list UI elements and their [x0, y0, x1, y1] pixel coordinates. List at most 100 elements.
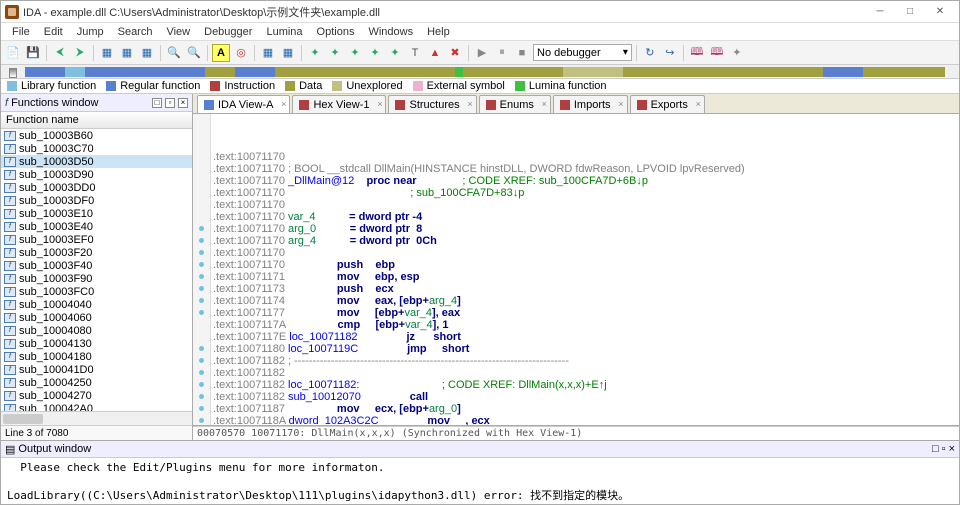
tool-icon[interactable]: ▦ [118, 44, 136, 62]
tab-close-icon[interactable]: × [696, 99, 701, 109]
function-row[interactable]: sub_10003D90 [1, 168, 192, 181]
refresh-icon[interactable]: ↻ [641, 44, 659, 62]
function-row[interactable]: sub_10004180 [1, 350, 192, 363]
menu-file[interactable]: File [5, 26, 37, 38]
save-icon[interactable]: 💾 [24, 44, 42, 62]
tab-hex-view-1[interactable]: Hex View-1× [292, 95, 386, 113]
lumina-icon[interactable]: ✦ [728, 44, 746, 62]
op-icon[interactable]: ✦ [366, 44, 384, 62]
function-row[interactable]: sub_10004130 [1, 337, 192, 350]
view-icon[interactable]: ▦ [259, 44, 277, 62]
disasm-line[interactable]: .text:10071171 mov ebp, esp [213, 271, 959, 283]
column-header[interactable]: Function name [1, 112, 192, 129]
breakpoint-dot[interactable] [199, 406, 204, 411]
op-icon[interactable]: ✦ [306, 44, 324, 62]
disasm-line[interactable]: .text:10071170 ; BOOL __stdcall DllMain(… [213, 163, 959, 175]
op-icon[interactable]: ✦ [346, 44, 364, 62]
pane-restore-button[interactable]: ▫ [165, 98, 175, 108]
disasm-line[interactable]: .text:10071182 sub_10012070 call [213, 391, 959, 403]
breakpoint-dot[interactable] [199, 226, 204, 231]
breakpoint-dot[interactable] [199, 262, 204, 267]
function-row[interactable]: sub_100042A0 [1, 402, 192, 411]
disasm-line[interactable]: .text:1007118A dword_102A3C2C mov , ecx [213, 415, 959, 426]
disasm-line[interactable]: .text:10071174 mov eax, [ebp+arg_4] [213, 295, 959, 307]
tab-ida-view-a[interactable]: IDA View-A× [197, 95, 290, 113]
disasm-line[interactable]: .text:10071170 _DllMain@12 proc near ; C… [213, 175, 959, 187]
menu-debugger[interactable]: Debugger [197, 26, 259, 38]
disasm-line[interactable]: .text:10071182 loc_10071182: ; CODE XREF… [213, 379, 959, 391]
menu-lumina[interactable]: Lumina [259, 26, 309, 38]
disasm-line[interactable]: .text:10071170 ; sub_100CFA7D+83↓p [213, 187, 959, 199]
breakpoint-dot[interactable] [199, 394, 204, 399]
disasm-line[interactable]: .text:10071187 mov ecx, [ebp+arg_0] [213, 403, 959, 415]
menu-windows[interactable]: Windows [361, 26, 420, 38]
tool-icon[interactable]: ▦ [138, 44, 156, 62]
tab-enums[interactable]: Enums× [479, 95, 551, 113]
function-row[interactable]: sub_10004250 [1, 376, 192, 389]
function-row[interactable]: sub_10003E10 [1, 207, 192, 220]
disasm-line[interactable]: .text:10071180 loc_1007119C jmp short [213, 343, 959, 355]
function-row[interactable]: sub_10003FC0 [1, 285, 192, 298]
pause-icon[interactable]: ⏸ [493, 44, 511, 62]
minimize-button[interactable]: ─ [865, 2, 895, 22]
op-icon[interactable]: ✦ [326, 44, 344, 62]
breakpoint-dot[interactable] [199, 418, 204, 423]
disasm-line[interactable]: .text:10071170 arg_0 = dword ptr 8 [213, 223, 959, 235]
tab-close-icon[interactable]: × [377, 99, 382, 109]
view-icon[interactable]: ▦ [279, 44, 297, 62]
pane-dock-button[interactable]: □ [932, 443, 939, 455]
stop-icon[interactable]: ■ [513, 44, 531, 62]
function-row[interactable]: sub_10004080 [1, 324, 192, 337]
disasm-line[interactable]: .text:10071182 [213, 367, 959, 379]
disasm-line[interactable]: .text:1007117A cmp [ebp+var_4], 1 [213, 319, 959, 331]
search-icon[interactable]: 🔍 [165, 44, 183, 62]
breakpoint-dot[interactable] [199, 382, 204, 387]
menu-search[interactable]: Search [111, 26, 160, 38]
function-row[interactable]: sub_10003F90 [1, 272, 192, 285]
breakpoint-dot[interactable] [199, 238, 204, 243]
function-row[interactable]: sub_10003F40 [1, 259, 192, 272]
target-icon[interactable]: ◎ [232, 44, 250, 62]
function-row[interactable]: sub_10003D50 [1, 155, 192, 168]
tab-close-icon[interactable]: × [542, 99, 547, 109]
tab-structures[interactable]: Structures× [388, 95, 476, 113]
menu-help[interactable]: Help [420, 26, 457, 38]
navigation-band[interactable] [1, 65, 959, 79]
disasm-line[interactable]: .text:10071170 [213, 151, 959, 163]
maximize-button[interactable]: □ [895, 2, 925, 22]
function-row[interactable]: sub_10004040 [1, 298, 192, 311]
breakpoint-dot[interactable] [199, 286, 204, 291]
binoculars-icon[interactable]: 🔍 [185, 44, 203, 62]
delete-icon[interactable]: ✖ [446, 44, 464, 62]
disasm-line[interactable]: .text:10071170 push ebp [213, 259, 959, 271]
horizontal-scrollbar[interactable] [1, 411, 192, 425]
tab-imports[interactable]: Imports× [553, 95, 628, 113]
function-row[interactable]: sub_10003F20 [1, 246, 192, 259]
menu-options[interactable]: Options [310, 26, 362, 38]
play-icon[interactable]: ▶ [473, 44, 491, 62]
menu-jump[interactable]: Jump [70, 26, 111, 38]
op-icon[interactable]: ✦ [386, 44, 404, 62]
arrow-icon[interactable]: ↪ [661, 44, 679, 62]
function-row[interactable]: sub_10004060 [1, 311, 192, 324]
forward-icon[interactable]: ⮞ [71, 44, 89, 62]
function-row[interactable]: sub_10004270 [1, 389, 192, 402]
lumina-icon[interactable]: 🕮 [688, 44, 706, 62]
tab-close-icon[interactable]: × [618, 99, 623, 109]
menu-view[interactable]: View [159, 26, 197, 38]
menu-edit[interactable]: Edit [37, 26, 70, 38]
lumina-icon[interactable]: 🕮 [708, 44, 726, 62]
tool-icon[interactable]: ▦ [98, 44, 116, 62]
function-row[interactable]: sub_10003DF0 [1, 194, 192, 207]
disassembly-view[interactable]: .text:10071170.text:10071170 ; BOOL __st… [193, 114, 959, 426]
disasm-line[interactable]: .text:10071170 [213, 199, 959, 211]
disasm-line[interactable]: .text:10071170 var_4 = dword ptr -4 [213, 211, 959, 223]
disasm-line[interactable]: .text:10071182 ; -----------------------… [213, 355, 959, 367]
disasm-line[interactable]: .text:10071177 mov [ebp+var_4], eax [213, 307, 959, 319]
highlight-a-icon[interactable]: A [212, 44, 230, 62]
back-icon[interactable]: ⮜ [51, 44, 69, 62]
pane-dock-button[interactable]: □ [152, 98, 162, 108]
function-row[interactable]: sub_10003B60 [1, 129, 192, 142]
disasm-line[interactable]: .text:10071173 push ecx [213, 283, 959, 295]
op-icon[interactable]: ▲ [426, 44, 444, 62]
